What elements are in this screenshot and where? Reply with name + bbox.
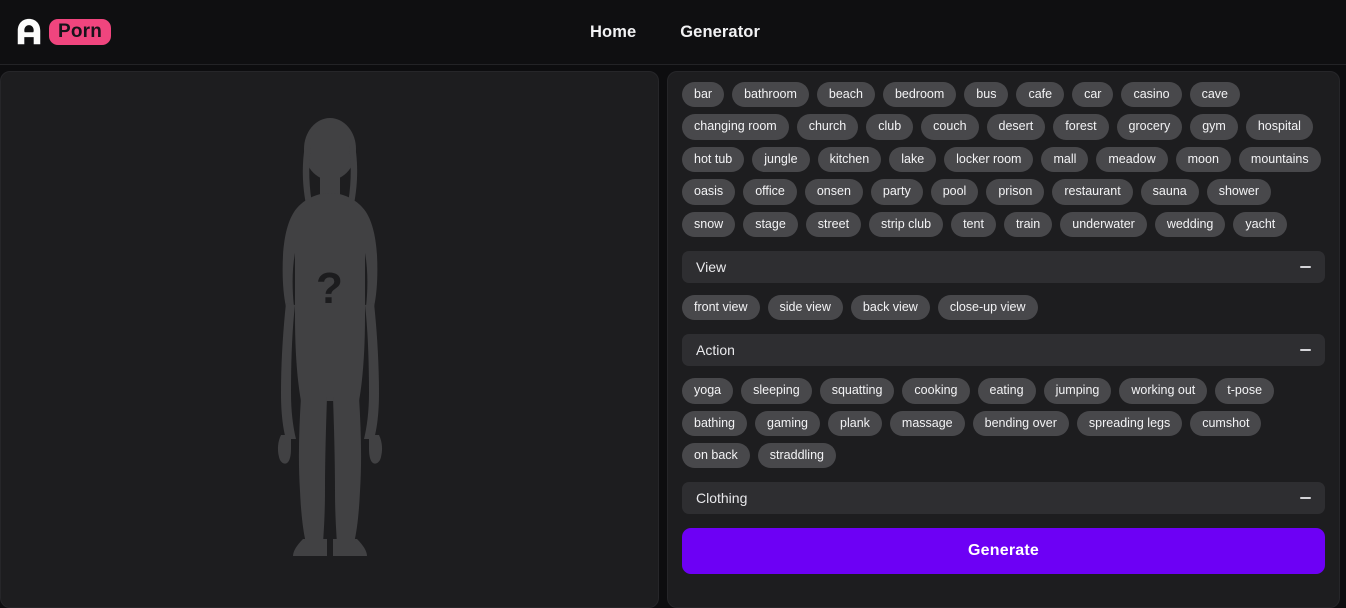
minus-icon[interactable]	[1300, 265, 1311, 268]
tag-pill[interactable]: jumping	[1043, 378, 1112, 404]
section-body-view: front view side view back view close-up vie…	[682, 283, 1325, 321]
option-sections: View front view side view back view close-up…	[682, 250, 1325, 515]
tag-pill[interactable]: locker room	[944, 146, 1034, 173]
tag-pill[interactable]: strip club	[869, 211, 944, 237]
page-body: ? bar bathroom beach bedroom bus cafe car casin…	[0, 65, 1346, 608]
tag-pill[interactable]: forest	[1053, 114, 1109, 140]
tag-pill[interactable]: party	[870, 179, 923, 205]
tag-pill[interactable]: bus	[964, 82, 1009, 108]
tag-pill[interactable]: restaurant	[1052, 179, 1133, 205]
tag-pill[interactable]: straddling	[757, 443, 836, 469]
tag-pill[interactable]: kitchen	[817, 146, 882, 173]
tag-pill[interactable]: stage	[743, 211, 798, 237]
logo-badge-text: Porn	[49, 19, 112, 45]
section-title: Clothing	[696, 490, 748, 507]
tag-pill[interactable]: desert	[986, 114, 1046, 140]
tag-pill[interactable]: bending over	[972, 410, 1069, 436]
tag-pill[interactable]: hospital	[1245, 114, 1313, 140]
options-panel: bar bathroom beach bedroom bus cafe car casino c…	[667, 71, 1340, 608]
site-header: Porn Home Generator	[0, 0, 1346, 65]
tag-pill[interactable]: close-up view	[937, 294, 1038, 321]
tag-pill[interactable]: lake	[889, 146, 937, 173]
tag-pill[interactable]: train	[1003, 211, 1053, 237]
section-body-action: yoga sleeping squatting cooking eating jumpin…	[682, 366, 1325, 469]
section-title: Action	[696, 342, 735, 359]
tag-pill[interactable]: back view	[850, 294, 930, 321]
tag-pill[interactable]: tent	[951, 211, 996, 237]
tag-pill[interactable]: prison	[986, 179, 1045, 205]
question-mark-label: ?	[316, 264, 343, 313]
tag-pill[interactable]: club	[866, 114, 914, 140]
tag-pill[interactable]: jungle	[752, 146, 810, 173]
tag-pill[interactable]: on back	[682, 443, 750, 469]
tag-pill[interactable]: cafe	[1016, 82, 1065, 108]
tag-pill[interactable]: grocery	[1116, 114, 1183, 140]
preview-panel: ?	[0, 71, 659, 608]
tag-pill[interactable]: onsen	[804, 179, 863, 205]
silhouette-placeholder: ?	[245, 117, 415, 562]
tag-pill[interactable]: gym	[1190, 114, 1238, 140]
tag-pill[interactable]: office	[743, 179, 797, 205]
tag-pill[interactable]: eating	[977, 378, 1036, 404]
tag-pill[interactable]: wedding	[1154, 211, 1226, 237]
tag-pill[interactable]: front view	[682, 294, 760, 321]
tag-pill[interactable]: changing room	[682, 114, 789, 140]
minus-icon[interactable]	[1300, 349, 1311, 352]
tag-pill[interactable]: sauna	[1140, 179, 1199, 205]
arch-a-icon	[17, 18, 41, 45]
female-silhouette-icon	[277, 118, 382, 556]
tag-pill[interactable]: bathroom	[732, 82, 809, 108]
tag-pill[interactable]: working out	[1119, 378, 1208, 404]
tag-pill[interactable]: cumshot	[1190, 410, 1262, 436]
nav-link-generator[interactable]: Generator	[680, 23, 760, 42]
minus-icon[interactable]	[1300, 497, 1311, 500]
main-navigation: Home Generator	[590, 0, 760, 65]
tag-pill[interactable]: snow	[682, 211, 736, 237]
tag-pill[interactable]: yacht	[1233, 211, 1288, 237]
section-title: View	[696, 258, 727, 275]
tag-pill[interactable]: oasis	[682, 179, 736, 205]
tag-pill[interactable]: mountains	[1238, 146, 1321, 173]
section-header-view[interactable]: View	[682, 250, 1325, 283]
section-header-clothing[interactable]: Clothing	[682, 482, 1325, 515]
tag-pill[interactable]: squatting	[819, 378, 895, 404]
tag-pill[interactable]: bar	[682, 82, 725, 108]
tag-pill[interactable]: mall	[1041, 146, 1089, 173]
tag-pill[interactable]: underwater	[1060, 211, 1147, 237]
tag-pill[interactable]: yoga	[682, 378, 734, 404]
generate-button[interactable]: Generate	[682, 528, 1325, 575]
tag-pill[interactable]: street	[805, 211, 862, 237]
tag-pill[interactable]: massage	[889, 410, 965, 436]
tag-pill[interactable]: beach	[816, 82, 875, 108]
site-logo[interactable]: Porn	[14, 17, 112, 47]
tag-pill[interactable]: church	[796, 114, 859, 140]
tag-pill[interactable]: meadow	[1096, 146, 1168, 173]
tag-pill[interactable]: sleeping	[741, 378, 812, 404]
tag-pill[interactable]: plank	[828, 410, 882, 436]
tag-pill[interactable]: spreading legs	[1076, 410, 1183, 436]
tag-pill[interactable]: bathing	[682, 410, 748, 436]
tag-pill[interactable]: t-pose	[1215, 378, 1275, 404]
tag-pill[interactable]: pool	[930, 179, 979, 205]
tag-pill[interactable]: bedroom	[882, 82, 957, 108]
tag-pill[interactable]: couch	[921, 114, 979, 140]
tag-pill[interactable]: casino	[1121, 82, 1182, 108]
tag-pill[interactable]: hot tub	[682, 146, 745, 173]
nav-link-home[interactable]: Home	[590, 23, 636, 42]
tag-pill[interactable]: cave	[1189, 82, 1241, 108]
location-tag-group: bar bathroom beach bedroom bus cafe car casino c…	[682, 72, 1325, 237]
tag-pill[interactable]: side view	[767, 294, 843, 321]
tag-pill[interactable]: car	[1072, 82, 1114, 108]
tag-pill[interactable]: cooking	[902, 378, 970, 404]
tag-pill[interactable]: moon	[1175, 146, 1231, 173]
tag-pill[interactable]: gaming	[755, 410, 821, 436]
section-header-action[interactable]: Action	[682, 334, 1325, 367]
tag-pill[interactable]: shower	[1206, 179, 1272, 205]
